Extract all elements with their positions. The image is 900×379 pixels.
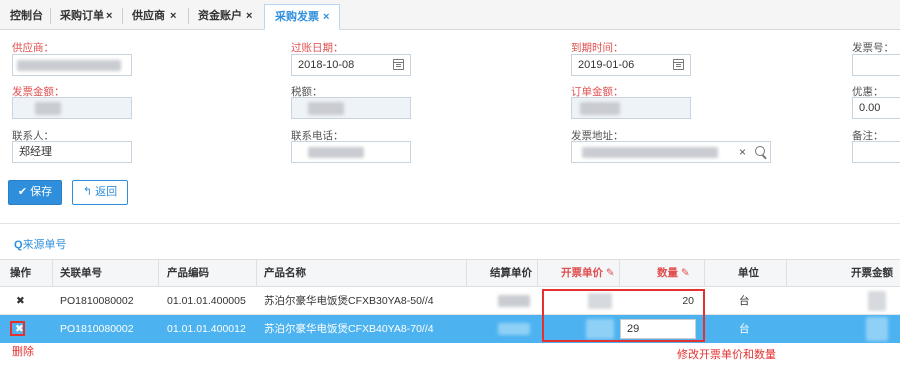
invoice-amount-field[interactable] (12, 97, 132, 119)
redacted-value (35, 102, 61, 115)
product-name-cell: 苏泊尔豪华电饭煲CFXB40YA8-70//4 (264, 323, 434, 335)
redacted-value (580, 102, 620, 115)
table-row[interactable]: ✖ PO1810080002 01.01.01.400012 苏泊尔豪华电饭煲C… (0, 315, 900, 343)
col-product-name: 产品名称 (264, 267, 306, 279)
calendar-icon[interactable] (393, 59, 404, 70)
redacted-value (582, 147, 718, 158)
tax-field[interactable] (291, 97, 411, 119)
col-divider (704, 260, 705, 286)
col-action: 操作 (10, 267, 31, 279)
post-date-value: 2018-10-08 (298, 59, 355, 71)
source-order-link[interactable]: Q来源单号 (14, 236, 67, 252)
order-no-cell: PO1810080002 (60, 295, 134, 307)
due-date-value: 2019-01-06 (578, 59, 635, 71)
post-date-label: 过账日期： (291, 42, 344, 54)
due-date-field[interactable]: 2019-01-06 (571, 54, 691, 76)
contact-field[interactable]: 郑经理 (12, 141, 132, 163)
invoice-no-label: 发票号： (852, 42, 894, 54)
col-invoice-price: 开票单价 ✎ (561, 260, 615, 286)
contact-value: 郑经理 (19, 146, 52, 158)
supplier-field[interactable] (12, 54, 132, 76)
tab-label: 采购订单 (60, 10, 104, 22)
order-no-cell: PO1810080002 (60, 323, 134, 335)
col-quantity: 数量 ✎ (657, 260, 690, 286)
due-date-label: 到期时间： (571, 42, 624, 54)
clear-icon[interactable]: × (739, 142, 746, 162)
col-divider (537, 260, 538, 286)
tab-label: 控制台 (10, 10, 43, 22)
quantity-label: 数量 (657, 267, 678, 279)
unit-cell: 台 (739, 295, 750, 307)
remark-field[interactable] (852, 141, 900, 163)
calendar-icon[interactable] (673, 59, 684, 70)
invoice-no-field[interactable] (852, 54, 900, 76)
address-field[interactable]: × (571, 141, 771, 163)
invoice-price-label: 开票单价 (561, 267, 603, 279)
col-divider (158, 260, 159, 286)
edit-icon: ✎ (605, 267, 615, 279)
back-arrow-icon: ↰ (82, 186, 93, 198)
col-order-no: 关联单号 (60, 267, 102, 279)
delete-highlight-box (10, 321, 25, 336)
col-product-code: 产品编码 (167, 267, 209, 279)
table-row[interactable]: ✖ PO1810080002 01.01.01.400005 苏泊尔豪华电饭煲C… (0, 287, 900, 315)
col-settle-price: 结算单价 (490, 267, 532, 279)
tab-supplier[interactable]: 供应商 × (122, 4, 188, 30)
tab-label: 采购发票 (275, 11, 319, 23)
tab-label: 供应商 (132, 10, 165, 22)
redacted-value (868, 291, 886, 311)
table-header: 操作 关联单号 产品编码 产品名称 结算单价 开票单价 ✎ 数量 ✎ 单位 开票… (0, 259, 900, 287)
search-icon[interactable] (755, 146, 765, 156)
edit-highlight-box (542, 289, 705, 342)
tab-bar: 控制台 采购订单 × 供应商 × 资金账户 × 采购发票 × (0, 0, 900, 30)
edit-annotation: 修改开票单价和数量 (677, 349, 776, 361)
phone-field[interactable] (291, 141, 411, 163)
tab-dashboard[interactable]: 控制台 (0, 4, 50, 30)
col-unit: 单位 (738, 267, 759, 279)
delete-annotation: 删除 (12, 346, 34, 358)
back-label: 返回 (95, 186, 118, 198)
save-button[interactable]: ✔ 保存 (8, 180, 62, 205)
redacted-value (17, 60, 121, 71)
discount-field[interactable]: 0.00 (852, 97, 900, 119)
order-amount-field[interactable] (571, 97, 691, 119)
col-divider (256, 260, 257, 286)
redacted-value (498, 323, 530, 335)
close-icon[interactable]: × (170, 4, 176, 29)
tab-label: 资金账户 (198, 10, 242, 22)
tab-fund-account[interactable]: 资金账户 × (188, 4, 264, 30)
section-divider (0, 223, 900, 224)
col-divider (786, 260, 787, 286)
col-invoice-amount: 开票金额 (851, 267, 893, 279)
source-link-label: 来源单号 (22, 239, 67, 251)
save-label: 保存 (30, 186, 53, 198)
back-button[interactable]: ↰ 返回 (72, 180, 128, 205)
search-icon: Q (14, 239, 23, 251)
unit-cell: 台 (739, 323, 750, 335)
edit-icon: ✎ (680, 267, 690, 279)
redacted-value (308, 102, 344, 115)
tab-purchase-invoice[interactable]: 采购发票 × (264, 4, 340, 30)
supplier-label: 供应商： (12, 42, 54, 54)
discount-value: 0.00 (859, 102, 881, 114)
redacted-value (308, 147, 364, 158)
post-date-field[interactable]: 2018-10-08 (291, 54, 411, 76)
product-name-cell: 苏泊尔豪华电饭煲CFXB30YA8-50//4 (264, 295, 434, 307)
product-code-cell: 01.01.01.400005 (167, 295, 246, 307)
redacted-value (866, 317, 888, 341)
close-icon[interactable]: × (106, 4, 112, 29)
product-code-cell: 01.01.01.400012 (167, 323, 246, 335)
redacted-value (498, 295, 530, 307)
col-divider (466, 260, 467, 286)
col-divider (619, 260, 620, 286)
check-icon: ✔ (17, 186, 28, 198)
tab-purchase-order[interactable]: 采购订单 × (50, 4, 122, 30)
delete-icon[interactable]: ✖ (16, 287, 25, 315)
close-icon[interactable]: × (246, 4, 252, 29)
close-icon[interactable]: × (323, 5, 329, 30)
col-divider (52, 260, 53, 286)
